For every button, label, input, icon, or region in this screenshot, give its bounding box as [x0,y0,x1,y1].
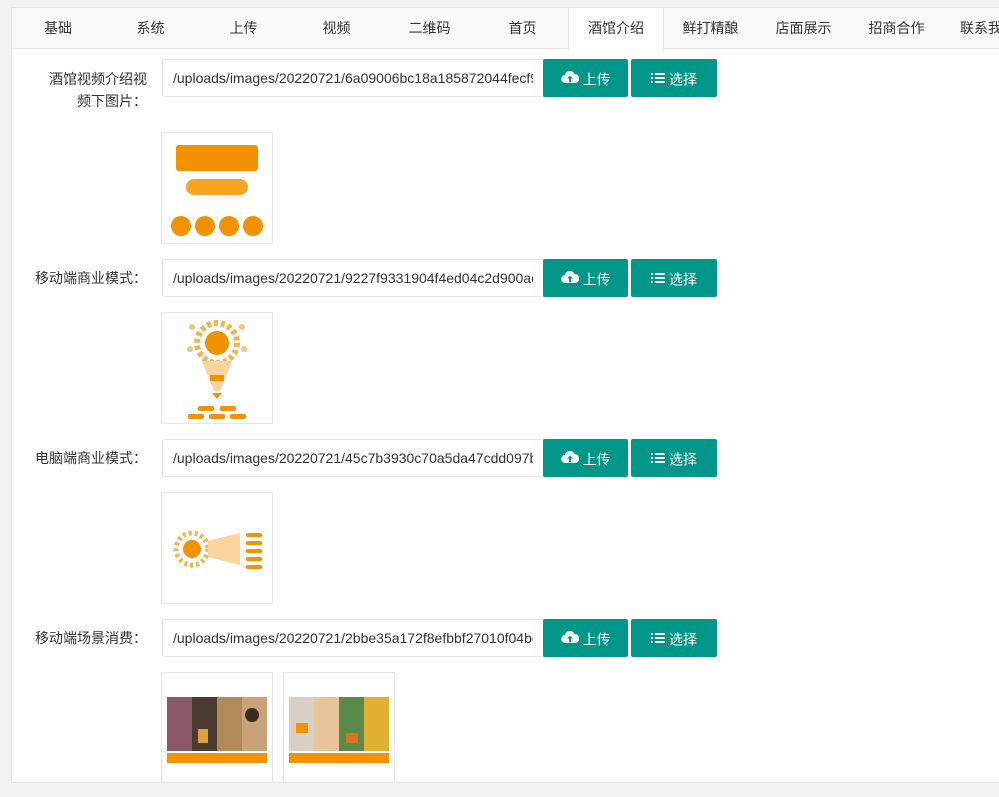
upload-button[interactable]: 上传 [543,259,628,297]
bottom-bar [0,783,999,797]
field-label-pc-biz: 电脑端商业模式： [12,447,147,469]
upload-button[interactable]: 上传 [543,619,628,657]
tab-contact[interactable]: 联系我 [943,8,999,49]
video-cover-path-input[interactable] [162,59,544,97]
tab-qrcode[interactable]: 二维码 [383,8,476,49]
settings-panel: 基础 系统 上传 视频 二维码 首页 酒馆介绍 鲜打精酿 店面展示 招商合作 联… [11,7,999,783]
cloud-upload-icon [560,620,579,658]
select-button[interactable]: 选择 [631,619,717,657]
list-icon [651,440,665,478]
upload-button[interactable]: 上传 [543,59,628,97]
tab-upload[interactable]: 上传 [197,8,290,49]
image-preview-mobile-model[interactable] [161,312,273,424]
tab-video[interactable]: 视频 [290,8,383,49]
image-preview-pc-model[interactable] [161,492,273,604]
select-button[interactable]: 选择 [631,439,717,477]
field-label-line: 电脑端商业模式： [35,450,147,466]
image-preview-logo[interactable] [161,132,273,244]
field-label-mobile-scene: 移动端场景消费： [12,627,147,649]
select-button-label: 选择 [669,631,697,648]
mobile-scene-path-input[interactable] [162,619,544,657]
upload-button-label: 上传 [582,71,611,88]
select-button-label: 选择 [669,71,697,88]
list-icon [651,620,665,658]
image-preview-scene-1[interactable] [161,672,273,782]
field-label-video-cover: 酒馆视频介绍视 频下图片： [12,68,147,112]
mobile-biz-path-input[interactable] [162,259,544,297]
tab-fresh-craft[interactable]: 鲜打精酿 [664,8,757,49]
cloud-upload-icon [560,260,579,298]
select-button-label: 选择 [669,271,697,288]
select-button[interactable]: 选择 [631,59,717,97]
tab-store-display[interactable]: 店面展示 [757,8,850,49]
cloud-upload-icon [560,440,579,478]
list-icon [651,60,665,98]
field-label-mobile-biz: 移动端商业模式： [12,267,147,289]
image-preview-scene-2[interactable] [283,672,395,782]
upload-button-label: 上传 [582,631,611,648]
upload-button-label: 上传 [582,271,611,288]
tab-bar-intro[interactable]: 酒馆介绍 [568,8,664,50]
tab-basic[interactable]: 基础 [12,8,104,49]
select-button[interactable]: 选择 [631,259,717,297]
list-icon [651,260,665,298]
field-label-line: 移动端商业模式： [35,270,147,286]
cloud-upload-icon [560,60,579,98]
field-label-line: 酒馆视频介绍视 [49,71,147,87]
field-label-line: 频下图片： [77,93,147,109]
tab-system[interactable]: 系统 [104,8,197,49]
tab-home[interactable]: 首页 [476,8,569,49]
select-button-label: 选择 [669,451,697,468]
upload-button-label: 上传 [582,451,611,468]
pc-biz-path-input[interactable] [162,439,544,477]
tab-bar: 基础 系统 上传 视频 二维码 首页 酒馆介绍 鲜打精酿 店面展示 招商合作 联… [12,8,999,50]
field-label-line: 移动端场景消费： [35,630,147,646]
tab-franchise[interactable]: 招商合作 [850,8,943,49]
upload-button[interactable]: 上传 [543,439,628,477]
